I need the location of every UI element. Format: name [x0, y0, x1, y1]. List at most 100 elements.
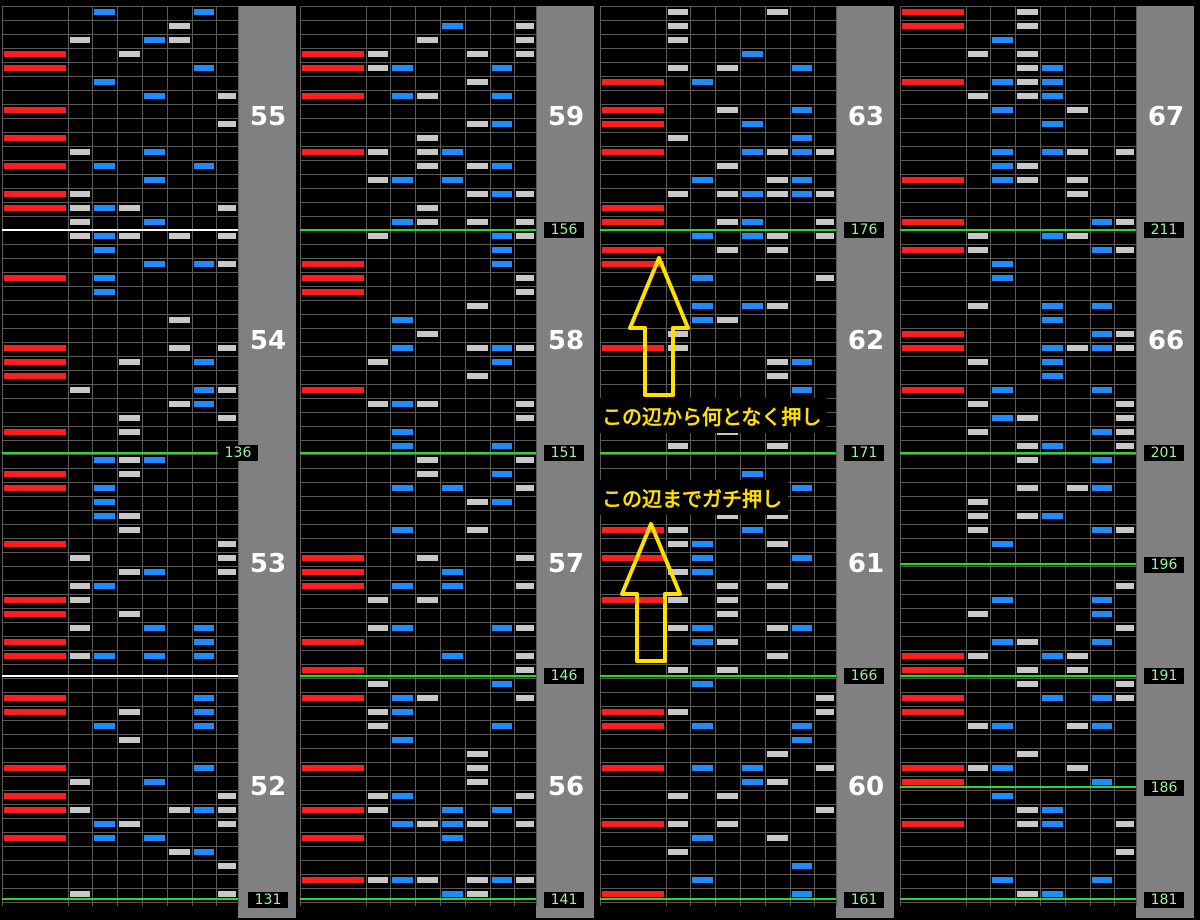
key-note — [992, 541, 1013, 547]
key-note — [968, 359, 988, 365]
key-note — [717, 107, 738, 113]
key-note — [1017, 821, 1038, 827]
key-note — [767, 373, 788, 379]
key-note — [194, 401, 214, 407]
key-note — [717, 583, 738, 589]
key-note — [144, 625, 165, 631]
key-note — [717, 191, 738, 197]
key-note — [492, 93, 512, 99]
scratch-note — [902, 23, 964, 29]
scratch-note — [602, 821, 664, 827]
key-note — [119, 233, 140, 239]
key-note — [392, 317, 413, 323]
note-count-label: 191 — [1144, 668, 1184, 684]
measure-number-60: 60 — [838, 772, 894, 802]
key-note — [218, 387, 236, 393]
key-note — [1042, 359, 1063, 365]
key-note — [1042, 345, 1063, 351]
key-note — [742, 471, 763, 477]
key-note — [717, 793, 738, 799]
key-note — [992, 877, 1013, 883]
key-note — [992, 149, 1013, 155]
key-note — [516, 51, 534, 57]
scratch-note — [4, 429, 66, 435]
scratch-note — [4, 639, 66, 645]
key-note — [169, 37, 190, 43]
key-note — [816, 233, 834, 239]
key-note — [767, 177, 788, 183]
scratch-note — [902, 247, 964, 253]
key-note — [992, 765, 1013, 771]
key-note — [992, 107, 1013, 113]
chart-column-1: 55 54 53 52 136 131 — [2, 6, 296, 918]
key-note — [1042, 79, 1063, 85]
key-note — [94, 513, 115, 519]
key-note — [767, 653, 788, 659]
key-note — [119, 415, 140, 421]
key-note — [1017, 415, 1038, 421]
key-note — [442, 807, 463, 813]
scratch-note — [602, 247, 664, 253]
key-note — [992, 793, 1013, 799]
note-count-label: 156 — [544, 222, 584, 238]
note-count-label: 141 — [544, 892, 584, 908]
key-note — [668, 37, 688, 43]
key-note — [70, 387, 90, 393]
key-note — [392, 709, 413, 715]
key-note — [742, 527, 763, 533]
key-note — [516, 821, 534, 827]
scratch-note — [902, 345, 964, 351]
key-note — [767, 9, 788, 15]
key-note — [392, 877, 413, 883]
key-note — [992, 597, 1013, 603]
key-note — [368, 359, 388, 365]
key-note — [218, 261, 236, 267]
key-note — [467, 499, 488, 505]
key-note — [668, 709, 688, 715]
key-note — [218, 205, 236, 211]
key-note — [94, 233, 115, 239]
key-note — [1067, 149, 1088, 155]
key-note — [516, 485, 534, 491]
key-note — [692, 79, 713, 85]
key-note — [1092, 779, 1112, 785]
key-note — [70, 205, 90, 211]
key-note — [992, 163, 1013, 169]
key-note — [144, 177, 165, 183]
scratch-note — [4, 765, 66, 771]
key-note — [1017, 9, 1038, 15]
key-note — [119, 611, 140, 617]
key-note — [1067, 345, 1088, 351]
key-note — [1116, 429, 1134, 435]
key-note — [692, 681, 713, 687]
key-note — [94, 247, 115, 253]
scratch-note — [602, 219, 664, 225]
key-note — [792, 863, 812, 869]
key-note — [792, 723, 812, 729]
key-note — [516, 583, 534, 589]
scratch-note — [302, 695, 364, 701]
key-note — [94, 499, 115, 505]
key-note — [94, 653, 115, 659]
key-note — [692, 303, 713, 309]
key-note — [767, 835, 788, 841]
key-note — [1116, 401, 1134, 407]
measure-line — [2, 675, 238, 677]
key-note — [417, 401, 438, 407]
key-note — [742, 219, 763, 225]
key-note — [417, 597, 438, 603]
key-note — [692, 723, 713, 729]
key-note — [742, 149, 763, 155]
key-note — [992, 177, 1013, 183]
key-note — [1017, 513, 1038, 519]
key-note — [816, 149, 834, 155]
scratch-note — [302, 583, 364, 589]
key-note — [392, 527, 413, 533]
key-note — [119, 569, 140, 575]
key-note — [516, 23, 534, 29]
key-note — [467, 821, 488, 827]
scratch-note — [4, 695, 66, 701]
key-note — [492, 443, 512, 449]
key-note — [368, 51, 388, 57]
key-note — [1017, 65, 1038, 71]
